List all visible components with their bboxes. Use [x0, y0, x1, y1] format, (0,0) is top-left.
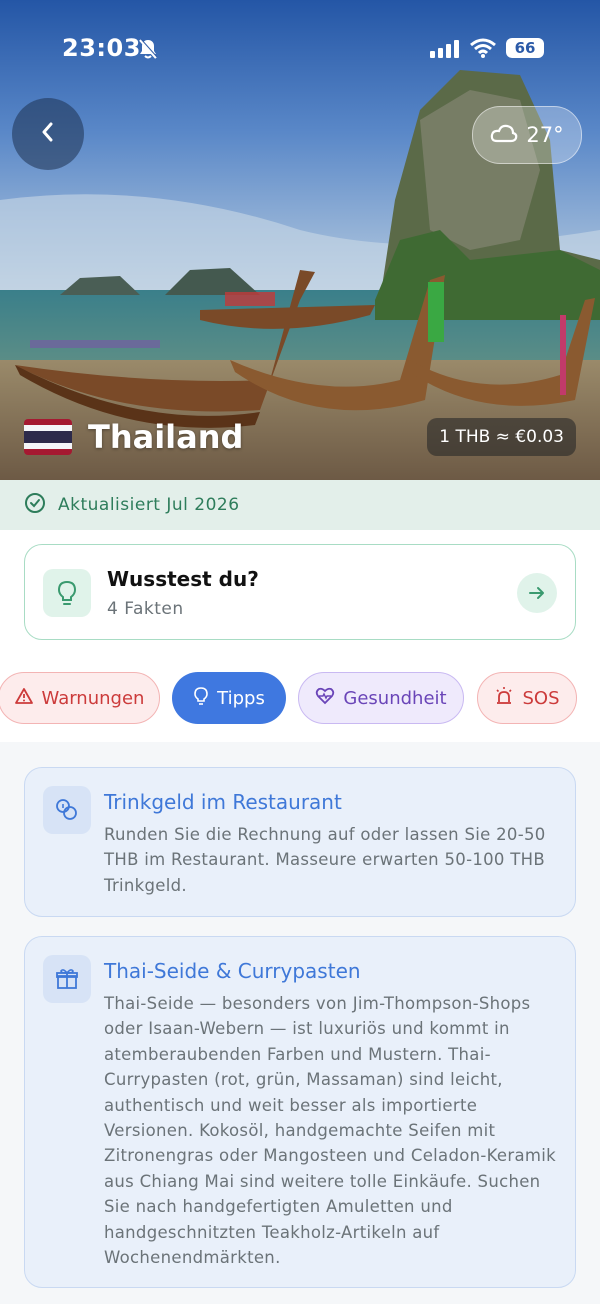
- country-name: Thailand: [88, 418, 244, 456]
- did-you-know-card[interactable]: Wusstest du? 4 Fakten: [24, 544, 576, 640]
- tip-title: Trinkgeld im Restaurant: [104, 790, 342, 814]
- lightbulb-icon: [43, 569, 91, 617]
- battery-indicator: 66: [506, 38, 544, 58]
- check-circle-icon: [24, 492, 46, 519]
- tab-warnings[interactable]: Warnungen: [0, 672, 160, 724]
- warning-icon: [14, 687, 34, 710]
- arrow-right-icon[interactable]: [517, 573, 557, 613]
- updated-text: Aktualisiert Jul 2026: [58, 495, 240, 515]
- thailand-flag: [24, 419, 72, 455]
- coins-icon: [43, 786, 91, 834]
- tab-sos[interactable]: SOS: [477, 672, 577, 724]
- lightbulb-icon: [193, 686, 209, 711]
- beach-photo: [0, 0, 600, 480]
- tab-tips-label: Tipps: [217, 687, 265, 709]
- cellular-signal-icon: [430, 40, 460, 62]
- chevron-left-icon: [39, 121, 57, 147]
- exchange-rate-badge: 1 THB ≈ €0.03: [427, 418, 576, 456]
- updated-banner: Aktualisiert Jul 2026: [0, 480, 600, 530]
- wifi-icon: [470, 38, 496, 62]
- facts-count: 4 Fakten: [107, 599, 184, 619]
- status-time: 23:03: [62, 34, 141, 62]
- tab-warnings-label: Warnungen: [41, 687, 145, 709]
- facts-title: Wusstest du?: [107, 567, 259, 591]
- siren-icon: [494, 686, 514, 711]
- tip-body: Thai-Seide — besonders von Jim-Thompson-…: [104, 994, 556, 1268]
- category-tabs: Warnungen Tipps Gesundheit SOS: [0, 672, 600, 724]
- cloud-icon: [490, 123, 518, 148]
- hero-image: 23:03 66 27° Thailand 1 THB ≈ €0.03: [0, 0, 600, 480]
- tip-card: Thai-Seide & Currypasten Thai-Seide — be…: [24, 936, 576, 1288]
- tab-tips[interactable]: Tipps: [172, 672, 286, 724]
- tab-health[interactable]: Gesundheit: [298, 672, 464, 724]
- gift-icon: [43, 955, 91, 1003]
- tab-health-label: Gesundheit: [343, 687, 447, 709]
- country-heading: Thailand: [24, 418, 243, 456]
- heart-pulse-icon: [315, 687, 335, 710]
- bell-slash-icon: [138, 38, 158, 64]
- weather-badge[interactable]: 27°: [472, 106, 582, 164]
- weather-temperature: 27°: [526, 123, 564, 147]
- status-bar: 23:03 66: [0, 30, 600, 70]
- tip-card: Trinkgeld im Restaurant Runden Sie die R…: [24, 767, 576, 917]
- back-button[interactable]: [12, 98, 84, 170]
- tip-body: Runden Sie die Rechnung auf oder lassen …: [104, 825, 546, 895]
- tip-title: Thai-Seide & Currypasten: [104, 959, 361, 983]
- tab-sos-label: SOS: [522, 687, 560, 709]
